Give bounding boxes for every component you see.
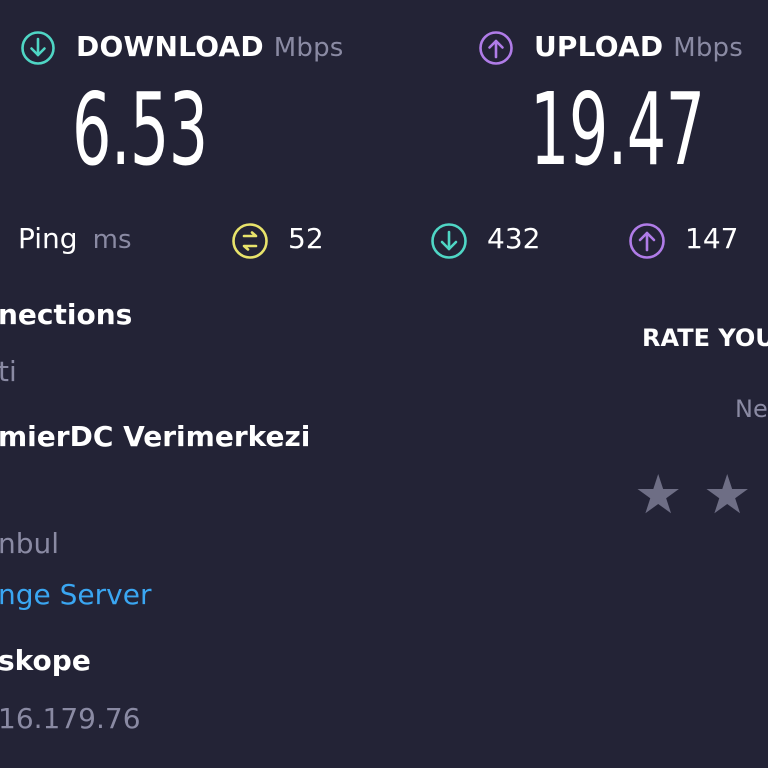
upload-label: UPLOAD bbox=[534, 30, 664, 63]
rate-scale-label: Ne bbox=[735, 395, 768, 423]
download-speed-value: 6.53 bbox=[72, 71, 208, 188]
provider-ip: 16.179.76 bbox=[0, 702, 141, 735]
download-arrow-icon bbox=[21, 31, 55, 65]
server-name: mierDC Verimerkezi bbox=[0, 420, 311, 453]
connections-mode: ti bbox=[0, 355, 17, 388]
upload-label-row: UPLOAD Mbps bbox=[534, 30, 743, 63]
upload-unit: Mbps bbox=[673, 33, 744, 63]
rating-star-1-icon[interactable]: ★ bbox=[634, 468, 682, 522]
provider-name: skope bbox=[0, 644, 91, 677]
ping-download-value: 432 bbox=[487, 222, 541, 255]
ping-upload-icon bbox=[629, 223, 665, 259]
ping-label: Ping bbox=[18, 222, 78, 255]
download-unit: Mbps bbox=[273, 33, 344, 63]
server-location: nbul bbox=[0, 527, 60, 560]
rating-star-2-icon[interactable]: ★ bbox=[703, 468, 751, 522]
ping-upload-value: 147 bbox=[685, 222, 739, 255]
ping-label-row: Ping ms bbox=[18, 222, 132, 255]
ping-download-icon bbox=[431, 223, 467, 259]
connections-title: nections bbox=[0, 298, 133, 331]
ping-unit: ms bbox=[92, 225, 132, 255]
download-label: DOWNLOAD bbox=[76, 30, 264, 63]
rate-provider-title: RATE YOU bbox=[642, 324, 768, 352]
upload-arrow-icon bbox=[479, 31, 513, 65]
change-server-link[interactable]: nge Server bbox=[0, 578, 151, 611]
ping-idle-icon bbox=[232, 223, 268, 259]
download-label-row: DOWNLOAD Mbps bbox=[76, 30, 344, 63]
ping-idle-value: 52 bbox=[288, 222, 324, 255]
upload-speed-value: 19.47 bbox=[530, 71, 705, 188]
speedtest-results-panel: DOWNLOAD Mbps 6.53 UPLOAD Mbps 19.47 Pin… bbox=[0, 0, 768, 768]
